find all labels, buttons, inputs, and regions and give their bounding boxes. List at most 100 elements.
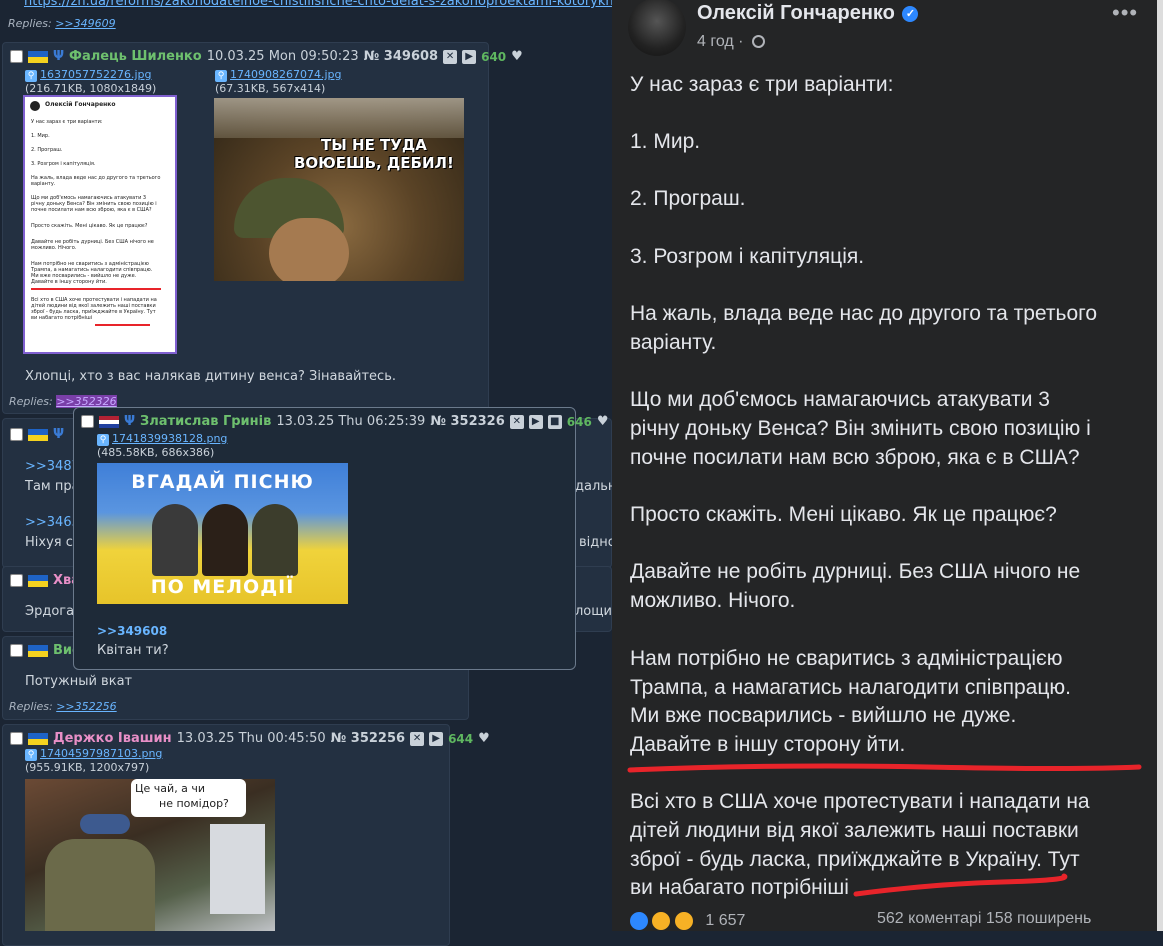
heart-icon[interactable]: ♥ bbox=[597, 414, 609, 429]
post-message: Квітан ти? bbox=[97, 643, 169, 658]
heart-icon[interactable]: ♥ bbox=[478, 731, 490, 746]
scrollbar[interactable] bbox=[1157, 0, 1163, 931]
thumb-line: почне посилати нам всю зброю, яка є в СШ… bbox=[31, 207, 152, 213]
netherlands-flag-icon bbox=[99, 415, 119, 428]
comments-shares-stats[interactable]: 562 коментарі 158 поширень bbox=[877, 910, 1091, 928]
reactions-bar[interactable]: 1 657 bbox=[628, 910, 745, 931]
select-checkbox[interactable] bbox=[10, 428, 23, 441]
care-icon bbox=[672, 910, 695, 931]
post-message-tail: відно bbox=[579, 535, 616, 550]
post-message-tail: лощи, bbox=[575, 604, 617, 619]
top-strip: https://zn.ua/reforms/zakonodatelnoe-chi… bbox=[0, 0, 612, 40]
file-link[interactable]: 1637057752276.jpg bbox=[40, 68, 152, 81]
file-link[interactable]: 1741839938128.png bbox=[112, 432, 227, 445]
post-header: Держко Івашин 13.03.25 Thu 00:45:50 № 35… bbox=[10, 731, 490, 746]
file-info-2: ⚲ 1740908267074.jpg (67.31KB, 567x414) bbox=[215, 68, 342, 95]
file-link[interactable]: 17404597987103.png bbox=[40, 747, 162, 760]
post-paragraph: Ми вже посварились - вийшло не дуже. bbox=[630, 704, 1017, 727]
file-info: ⚲ 17404597987103.png (955.91KB, 1200x797) bbox=[25, 747, 162, 774]
select-checkbox[interactable] bbox=[10, 574, 23, 587]
post-counter: 644 bbox=[448, 731, 474, 746]
thumb-line: варіанту. bbox=[31, 181, 56, 187]
soldier-shop-thumbnail[interactable]: Це чай, а чи не помідор? bbox=[25, 779, 275, 931]
red-underline bbox=[95, 324, 150, 326]
more-options-icon[interactable]: ••• bbox=[1112, 0, 1138, 26]
reply-link[interactable]: >>352256 bbox=[56, 700, 116, 713]
time-label[interactable]: 4 год · bbox=[697, 33, 743, 50]
file-link[interactable]: 1740908267074.jpg bbox=[230, 68, 342, 81]
person bbox=[152, 504, 198, 576]
hide-icon[interactable]: ✕ bbox=[443, 49, 458, 64]
post-number[interactable]: № 352326 bbox=[430, 414, 504, 429]
post-date: 13.03.25 Thu 06:25:39 bbox=[276, 414, 426, 429]
post-paragraph: дітей людини від якої залежить наші пост… bbox=[630, 819, 1079, 842]
poster-name: Держко Івашин bbox=[53, 731, 172, 746]
facebook-screenshot-thumbnail[interactable]: Олексій Гончаренко У нас зараз є три вар… bbox=[23, 95, 177, 354]
post-paragraph: 1. Мир. bbox=[630, 130, 701, 153]
play-icon[interactable]: ▶ bbox=[528, 414, 543, 429]
post-header: Ψ Златислав Гринів 13.03.25 Thu 06:25:39… bbox=[81, 414, 608, 429]
post-paragraph: Давайте в іншу сторону йти. bbox=[630, 733, 906, 756]
post-time: 4 год · bbox=[697, 33, 765, 51]
post-paragraph: Просто скажіть. Мені цікаво. Як це працю… bbox=[630, 503, 1057, 526]
post-paragraph: можливо. Нічого. bbox=[630, 589, 796, 612]
post-paragraph: Давайте не робіть дурниці. Без США нічог… bbox=[630, 560, 1081, 583]
post-header: Ψ bbox=[10, 427, 64, 442]
replies-row: Replies: >>352256 bbox=[9, 700, 117, 713]
thumb-line: ви набагато потрібніші bbox=[31, 315, 93, 321]
magnify-icon[interactable]: ⚲ bbox=[25, 70, 37, 82]
quote-link[interactable]: >>3487 bbox=[25, 459, 80, 474]
post-paragraph: варіанту. bbox=[630, 331, 717, 354]
magnify-icon[interactable]: ⚲ bbox=[25, 749, 37, 761]
file-meta: (216.71KB, 1080x1849) bbox=[25, 82, 157, 95]
ukraine-flag-icon bbox=[28, 732, 48, 745]
reply-link[interactable]: >>349609 bbox=[55, 17, 115, 30]
post-message: Там пра bbox=[25, 479, 80, 494]
avatar[interactable] bbox=[628, 0, 686, 56]
soldier-meme-thumbnail[interactable]: ТЫ НЕ ТУДА ВОЮЕШЬ, ДЕБИЛ! bbox=[214, 98, 464, 281]
guess-song-thumbnail[interactable]: ВГАДАЙ ПІСНЮ ПО МЕЛОДІЇ bbox=[97, 463, 348, 604]
image-title: ВГАДАЙ ПІСНЮ bbox=[131, 471, 314, 493]
ukraine-flag-icon bbox=[28, 428, 48, 441]
hide-icon[interactable]: ✕ bbox=[410, 731, 425, 746]
post-number[interactable]: № 352256 bbox=[331, 731, 405, 746]
trident-icon: Ψ bbox=[53, 427, 65, 442]
post-counter: 640 bbox=[481, 49, 507, 64]
globe-icon bbox=[751, 35, 765, 49]
author-name[interactable]: Олексій Гончаренко bbox=[697, 2, 895, 24]
replies-row: Replies: >>349609 bbox=[8, 17, 116, 30]
ukraine-flag-icon bbox=[28, 50, 48, 63]
trident-icon: Ψ bbox=[124, 414, 136, 429]
ukraine-flag-icon bbox=[28, 574, 48, 587]
hide-icon[interactable]: ✕ bbox=[509, 414, 524, 429]
post-header: Ψ Фалець Шиленко 10.03.25 Mon 09:50:23 №… bbox=[10, 49, 523, 64]
replies-label: Replies: bbox=[9, 395, 53, 408]
replies-label: Replies: bbox=[8, 17, 52, 30]
select-checkbox[interactable] bbox=[10, 732, 23, 745]
heart-icon[interactable]: ♥ bbox=[511, 49, 523, 64]
quote-link[interactable]: >>3465 bbox=[25, 515, 80, 530]
post-paragraph: ви набагато потрібніші bbox=[630, 876, 849, 899]
post-paragraph: Що ми доб'ємось намагаючись атакувати 3 bbox=[630, 388, 1050, 411]
bubble-line: Це чай, а чи bbox=[135, 782, 206, 795]
post-author[interactable]: Олексій Гончаренко ✓ bbox=[697, 2, 919, 25]
red-underline bbox=[31, 288, 161, 290]
external-link[interactable]: https://zn.ua/reforms/zakonodatelnoe-chi… bbox=[24, 0, 612, 9]
post-paragraph: У нас зараз є три варіанти: bbox=[630, 73, 894, 96]
quote-link[interactable]: >>349608 bbox=[97, 624, 167, 638]
verified-badge-icon: ✓ bbox=[902, 5, 919, 22]
select-checkbox[interactable] bbox=[81, 415, 94, 428]
play-icon[interactable]: ▶ bbox=[462, 49, 477, 64]
select-checkbox[interactable] bbox=[10, 50, 23, 63]
magnify-icon[interactable]: ⚲ bbox=[215, 70, 227, 82]
post-number[interactable]: № 349608 bbox=[364, 49, 438, 64]
avatar bbox=[30, 101, 40, 111]
file-meta: (955.91KB, 1200x797) bbox=[25, 761, 150, 774]
thumb-line: У нас зараз є три варіанти: bbox=[31, 119, 103, 125]
stop-icon[interactable]: ■ bbox=[547, 414, 562, 429]
select-checkbox[interactable] bbox=[10, 644, 23, 657]
machine bbox=[210, 824, 265, 914]
play-icon[interactable]: ▶ bbox=[429, 731, 444, 746]
magnify-icon[interactable]: ⚲ bbox=[97, 434, 109, 446]
sad-icon bbox=[650, 910, 673, 931]
